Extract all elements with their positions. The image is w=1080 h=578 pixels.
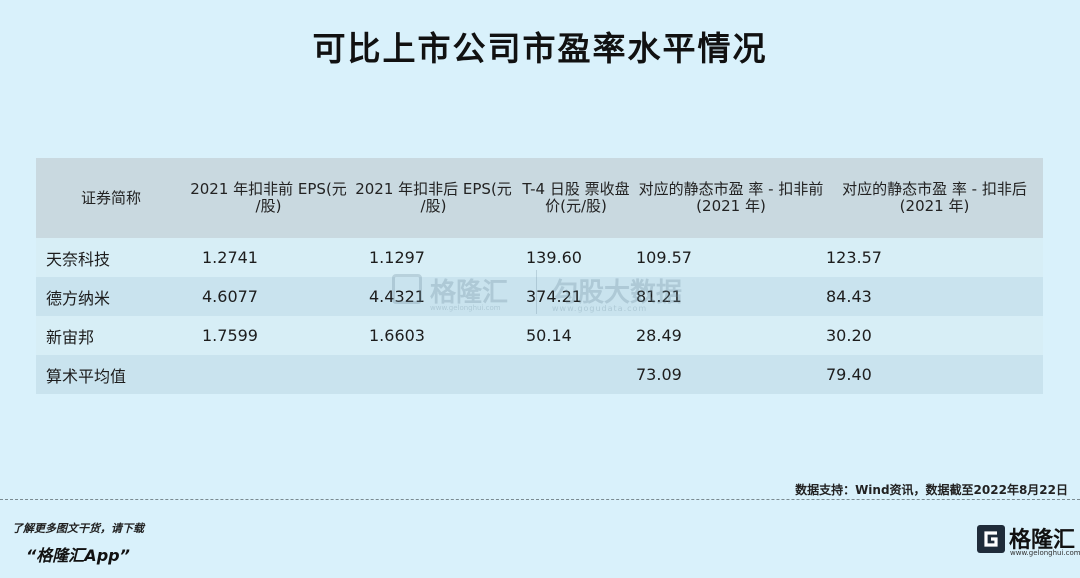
cell-eps-before (186, 355, 351, 394)
cell-close-price: 50.14 (526, 326, 572, 345)
cell-name: 新宙邦 (46, 327, 95, 347)
cell-pe-before: 73.09 (636, 365, 682, 384)
cell-pe-after: 123.57 (826, 248, 882, 267)
table-row: 德方纳米 4.6077 4.4321 374.21 81.21 84.43 (36, 277, 1043, 316)
header-security-name: 证券简称 (80, 188, 141, 207)
cell-eps-before: 1.7599 (202, 326, 258, 345)
brand-g-icon (977, 525, 1005, 553)
table-row: 算术平均值 73.09 79.40 (36, 355, 1043, 394)
cell-pe-after: 84.43 (826, 287, 872, 306)
promo-text: 了解更多图文干货，请下载 (12, 522, 144, 535)
cell-name: 德方纳米 (46, 288, 111, 308)
cell-eps-after: 1.1297 (369, 248, 425, 267)
cell-name: 算术平均值 (46, 366, 127, 386)
cell-close-price (516, 355, 636, 394)
cell-close-price: 374.21 (526, 287, 582, 306)
page-title: 可比上市公司市盈率水平情况 (312, 29, 768, 68)
header-eps-before: 2021 年扣非前 EPS(元 /股) (190, 180, 347, 215)
brand-url: www.gelonghui.com (1010, 549, 1080, 557)
header-pe-before: 对应的静态市盈 率 - 扣非前 (2021 年) (638, 180, 824, 215)
header-pe-after: 对应的静态市盈 率 - 扣非后 (2021 年) (842, 180, 1027, 215)
table-row: 天奈科技 1.2741 1.1297 139.60 109.57 123.57 (36, 238, 1043, 277)
cell-pe-after: 30.20 (826, 326, 872, 345)
table-row: 新宙邦 1.7599 1.6603 50.14 28.49 30.20 (36, 316, 1043, 355)
cell-close-price: 139.60 (526, 248, 582, 267)
cell-pe-after: 79.40 (826, 365, 872, 384)
cell-eps-before: 1.2741 (202, 248, 258, 267)
table-header-row: 证券简称 2021 年扣非前 EPS(元 /股) 2021 年扣非后 EPS(元… (36, 158, 1043, 238)
cell-eps-after (351, 355, 516, 394)
cell-eps-before: 4.6077 (202, 287, 258, 306)
header-close-price: T-4 日股 票收盘 价(元/股) (522, 180, 630, 215)
cell-pe-before: 81.21 (636, 287, 682, 306)
promo-app-name: “格隆汇App” (26, 546, 130, 565)
cell-pe-before: 109.57 (636, 248, 692, 267)
footer-divider (0, 499, 1080, 500)
header-eps-after: 2021 年扣非后 EPS(元 /股) (355, 180, 512, 215)
pe-ratio-table: 证券简称 2021 年扣非前 EPS(元 /股) 2021 年扣非后 EPS(元… (36, 158, 1043, 394)
brand-logo: 格隆汇 www.gelonghui.com (976, 522, 1080, 558)
cell-eps-after: 1.6603 (369, 326, 425, 345)
cell-name: 天奈科技 (46, 249, 111, 269)
data-source-note: 数据支持：Wind资讯，数据截至2022年8月22日 (795, 483, 1068, 497)
cell-eps-after: 4.4321 (369, 287, 425, 306)
cell-pe-before: 28.49 (636, 326, 682, 345)
